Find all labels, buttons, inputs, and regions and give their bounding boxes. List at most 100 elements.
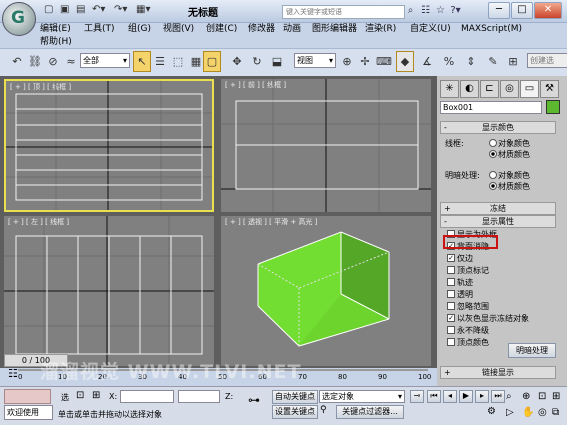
- utilities-tab-icon[interactable]: ⚒: [540, 80, 559, 98]
- ref-coord-dropdown[interactable]: 视图 ▾: [294, 53, 336, 68]
- prop-checkbox[interactable]: [447, 326, 455, 334]
- key-icon[interactable]: ⊶: [248, 393, 260, 407]
- rollout-freeze[interactable]: + 冻结: [440, 202, 556, 215]
- select-object-icon[interactable]: ↖: [133, 51, 151, 72]
- orbit-icon[interactable]: ◎: [538, 407, 547, 418]
- select-by-name-icon[interactable]: ☰: [151, 51, 169, 72]
- menu-modifiers[interactable]: 修改器: [248, 22, 275, 36]
- display-tab-icon[interactable]: ▭: [520, 80, 539, 98]
- minimize-button[interactable]: ─: [488, 2, 510, 19]
- prop-checkbox[interactable]: [447, 302, 455, 310]
- create-selection-set-field[interactable]: 创建选: [527, 53, 567, 68]
- prop-checkbox[interactable]: [447, 278, 455, 286]
- menu-rendering[interactable]: 渲染(R): [365, 22, 396, 36]
- prop-checkbox[interactable]: ✓: [447, 314, 455, 322]
- pan-icon[interactable]: ✋: [522, 407, 534, 418]
- menu-views[interactable]: 视图(V): [163, 22, 194, 36]
- modify-tab-icon[interactable]: ◐: [460, 80, 479, 98]
- menu-group[interactable]: 组(G): [128, 22, 151, 36]
- unlink-icon[interactable]: ⊘: [44, 51, 62, 72]
- select-manipulate-icon[interactable]: ✢: [356, 51, 374, 72]
- favorites-icon[interactable]: ☆: [434, 4, 447, 17]
- key-tangent-icon[interactable]: ⚲: [320, 405, 327, 415]
- x-coord-field[interactable]: [120, 390, 174, 403]
- rect-selection-icon[interactable]: ⬚: [169, 51, 187, 72]
- rollout-display-color[interactable]: - 显示颜色: [440, 121, 556, 134]
- named-selection-icon[interactable]: ✎: [484, 51, 502, 72]
- bind-space-warp-icon[interactable]: ≈: [62, 51, 80, 72]
- close-button[interactable]: ✕: [534, 2, 562, 19]
- shaded-material-color-radio[interactable]: [489, 182, 497, 190]
- mirror-icon[interactable]: ⊞: [504, 51, 522, 72]
- wire-material-color-radio[interactable]: [489, 150, 497, 158]
- prop-checkbox[interactable]: [447, 266, 455, 274]
- rollout-link-display[interactable]: + 链接显示: [440, 366, 556, 379]
- viewport-front[interactable]: [ + ] [ 前 ] [ 线框 ]: [221, 79, 431, 212]
- viewport-left[interactable]: [ + ] [ 左 ] [ 线框 ]: [4, 216, 214, 366]
- next-frame-icon[interactable]: ▸: [475, 390, 489, 403]
- spinner-snap-icon[interactable]: ⇕: [462, 51, 480, 72]
- redo-icon[interactable]: ↷▾: [114, 4, 127, 18]
- save-file-icon[interactable]: ▤: [76, 4, 85, 18]
- menu-help[interactable]: 帮助(H): [40, 35, 72, 49]
- search-input[interactable]: 键入关键字或短语: [282, 5, 405, 19]
- window-toggle-icon[interactable]: ▢: [203, 51, 221, 72]
- prop-checkbox[interactable]: ✓: [447, 254, 455, 262]
- open-file-icon[interactable]: ▣: [60, 4, 69, 18]
- create-tab-icon[interactable]: ✳: [440, 80, 459, 98]
- zoom-extents-icon[interactable]: ⊡: [538, 391, 546, 402]
- help-icon[interactable]: ?▾: [449, 4, 462, 17]
- undo-toolbar-icon[interactable]: ↶: [8, 51, 26, 72]
- maximize-button[interactable]: □: [511, 2, 533, 19]
- menu-animation[interactable]: 动画: [283, 22, 301, 36]
- menu-tools[interactable]: 工具(T): [84, 22, 115, 36]
- menu-edit[interactable]: 编辑(E): [40, 22, 71, 36]
- lock-selection-icon[interactable]: ⊡: [76, 390, 84, 401]
- snap-toggle-icon[interactable]: ◆: [396, 51, 414, 72]
- pivot-icon[interactable]: ⊕: [338, 51, 356, 72]
- zoom-all-icon[interactable]: ⊕: [522, 391, 530, 402]
- move-icon[interactable]: ✥: [228, 51, 246, 72]
- rotate-icon[interactable]: ↻: [248, 51, 266, 72]
- zoom-icon[interactable]: ⌕: [506, 391, 512, 402]
- viewport-perspective[interactable]: [ + ] [ 透视 ] [ 平滑 + 高光 ]: [221, 216, 431, 366]
- viewport-top[interactable]: [ + ] [ 顶 ] [ 线框 ]: [4, 79, 214, 212]
- zoom-extents-all-icon[interactable]: ⊞: [552, 391, 560, 402]
- keyboard-shortcut-icon[interactable]: ⌨: [375, 51, 393, 72]
- menu-customize[interactable]: 自定义(U): [410, 22, 451, 36]
- shaded-object-color-radio[interactable]: [489, 171, 497, 179]
- community-icon[interactable]: ☷: [419, 4, 432, 17]
- rollout-display-properties[interactable]: - 显示属性: [440, 215, 556, 228]
- angle-snap-icon[interactable]: ∡: [418, 51, 436, 72]
- time-config-icon[interactable]: ⚙: [487, 406, 496, 417]
- new-file-icon[interactable]: ▢: [44, 4, 53, 18]
- play-icon[interactable]: ▶: [459, 390, 473, 403]
- absolute-mode-icon[interactable]: ⊞: [92, 390, 100, 401]
- search-icon[interactable]: ⌕: [404, 4, 417, 17]
- maxscript-listener[interactable]: [4, 389, 51, 404]
- motion-tab-icon[interactable]: ◎: [500, 80, 519, 98]
- selection-filter-dropdown[interactable]: 全部 ▾: [80, 53, 130, 68]
- select-link-icon[interactable]: ⛓: [26, 51, 44, 72]
- menu-create[interactable]: 创建(C): [206, 22, 237, 36]
- welcome-field[interactable]: 欢迎使用: [4, 405, 53, 420]
- undo-icon[interactable]: ↶▾: [92, 4, 105, 18]
- menu-graph-editors[interactable]: 图形编辑器: [312, 22, 357, 36]
- scale-icon[interactable]: ⬓: [268, 51, 286, 72]
- wire-object-color-radio[interactable]: [489, 139, 497, 147]
- prop-checkbox[interactable]: [447, 290, 455, 298]
- key-mode-dropdown[interactable]: 选定对象 ▾: [319, 390, 405, 403]
- object-color-swatch[interactable]: [546, 100, 560, 114]
- set-key-icon[interactable]: ⊸: [410, 390, 424, 403]
- goto-end-icon[interactable]: ⏭: [491, 390, 505, 403]
- shaded-button[interactable]: 明暗处理: [508, 343, 556, 358]
- set-key-button[interactable]: 设置关键点: [272, 405, 318, 419]
- mini-curve-editor-icon[interactable]: ☷: [8, 367, 18, 380]
- app-logo-icon[interactable]: G: [2, 2, 36, 36]
- field-of-view-icon[interactable]: ▷: [506, 407, 514, 418]
- project-folder-icon[interactable]: ▦▾: [136, 4, 150, 18]
- object-name-field[interactable]: Box001: [440, 101, 542, 114]
- key-filters-button[interactable]: 关键点过滤器...: [336, 405, 404, 419]
- percent-snap-icon[interactable]: %: [440, 51, 458, 72]
- auto-key-button[interactable]: 自动关键点: [272, 390, 318, 404]
